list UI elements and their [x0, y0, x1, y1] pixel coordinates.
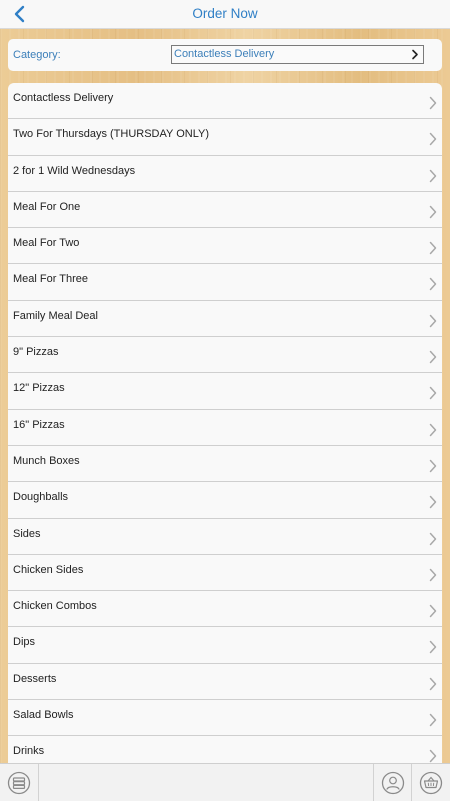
chevron-right-icon — [410, 49, 420, 60]
list-item-label: Contactless Delivery — [13, 92, 113, 104]
category-bar: Category: Contactless Delivery — [8, 39, 442, 71]
category-select-value: Contactless Delivery — [174, 46, 274, 63]
list-item-label: Meal For One — [13, 201, 80, 213]
category-select[interactable]: Contactless Delivery — [171, 45, 424, 64]
list-item[interactable]: Munch Boxes — [8, 446, 442, 482]
list-item[interactable]: Meal For Two — [8, 228, 442, 264]
chevron-right-icon — [429, 749, 437, 763]
list-item-label: 16" Pizzas — [13, 419, 65, 431]
list-item-label: Munch Boxes — [13, 455, 80, 467]
chevron-right-icon — [429, 96, 437, 110]
list-item[interactable]: Drinks — [8, 736, 442, 763]
list-item-label: Chicken Sides — [13, 564, 83, 576]
chevron-right-icon — [429, 277, 437, 291]
basket-button[interactable] — [412, 764, 450, 801]
list-item[interactable]: Doughballs — [8, 482, 442, 518]
list-item-label: 2 for 1 Wild Wednesdays — [13, 165, 135, 177]
chevron-right-icon — [429, 677, 437, 691]
list-item[interactable]: Family Meal Deal — [8, 301, 442, 337]
list-item-label: Family Meal Deal — [13, 310, 98, 322]
menu-button[interactable] — [0, 764, 38, 801]
chevron-right-icon — [429, 423, 437, 437]
category-label: Category: — [13, 39, 61, 71]
category-list: Contactless Delivery Two For Thursdays (T… — [8, 83, 442, 763]
chevron-right-icon — [429, 713, 437, 727]
chevron-right-icon — [429, 241, 437, 255]
user-icon — [381, 771, 405, 795]
bottom-toolbar — [0, 763, 450, 801]
list-item[interactable]: 16" Pizzas — [8, 410, 442, 446]
nav-bar: Order Now — [0, 0, 450, 29]
list-item[interactable]: Desserts — [8, 664, 442, 700]
chevron-right-icon — [429, 350, 437, 364]
account-button[interactable] — [374, 764, 411, 801]
list-item-label: Dips — [13, 636, 35, 648]
list-item[interactable]: Salad Bowls — [8, 700, 442, 736]
chevron-right-icon — [429, 205, 437, 219]
list-item-label: 12" Pizzas — [13, 382, 65, 394]
list-item[interactable]: Chicken Sides — [8, 555, 442, 591]
list-item-label: Desserts — [13, 673, 56, 685]
basket-icon — [419, 771, 443, 795]
list-item-label: 9" Pizzas — [13, 346, 58, 358]
list-item-label: Meal For Three — [13, 273, 88, 285]
list-item-label: Doughballs — [13, 491, 68, 503]
toolbar-divider — [38, 764, 39, 801]
list-item-label: Chicken Combos — [13, 600, 97, 612]
list-item-label: Salad Bowls — [13, 709, 74, 721]
list-item-label: Sides — [13, 528, 41, 540]
list-item[interactable]: 9" Pizzas — [8, 337, 442, 373]
chevron-right-icon — [429, 640, 437, 654]
list-item[interactable]: Chicken Combos — [8, 591, 442, 627]
list-item[interactable]: Dips — [8, 627, 442, 663]
chevron-right-icon — [429, 169, 437, 183]
chevron-right-icon — [429, 386, 437, 400]
chevron-right-icon — [429, 314, 437, 328]
list-item-label: Meal For Two — [13, 237, 79, 249]
chevron-right-icon — [429, 495, 437, 509]
chevron-right-icon — [429, 532, 437, 546]
list-item-label: Drinks — [13, 745, 44, 757]
page-title: Order Now — [0, 0, 450, 28]
list-item[interactable]: 2 for 1 Wild Wednesdays — [8, 156, 442, 192]
chevron-right-icon — [429, 459, 437, 473]
menu-list-icon — [7, 771, 31, 795]
list-item[interactable]: Meal For One — [8, 192, 442, 228]
list-item[interactable]: Two For Thursdays (THURSDAY ONLY) — [8, 119, 442, 155]
list-item[interactable]: Meal For Three — [8, 264, 442, 300]
list-item[interactable]: Contactless Delivery — [8, 83, 442, 119]
chevron-right-icon — [429, 604, 437, 618]
chevron-right-icon — [429, 568, 437, 582]
list-item[interactable]: Sides — [8, 519, 442, 555]
list-item[interactable]: 12" Pizzas — [8, 373, 442, 409]
chevron-right-icon — [429, 132, 437, 146]
list-item-label: Two For Thursdays (THURSDAY ONLY) — [13, 128, 209, 140]
